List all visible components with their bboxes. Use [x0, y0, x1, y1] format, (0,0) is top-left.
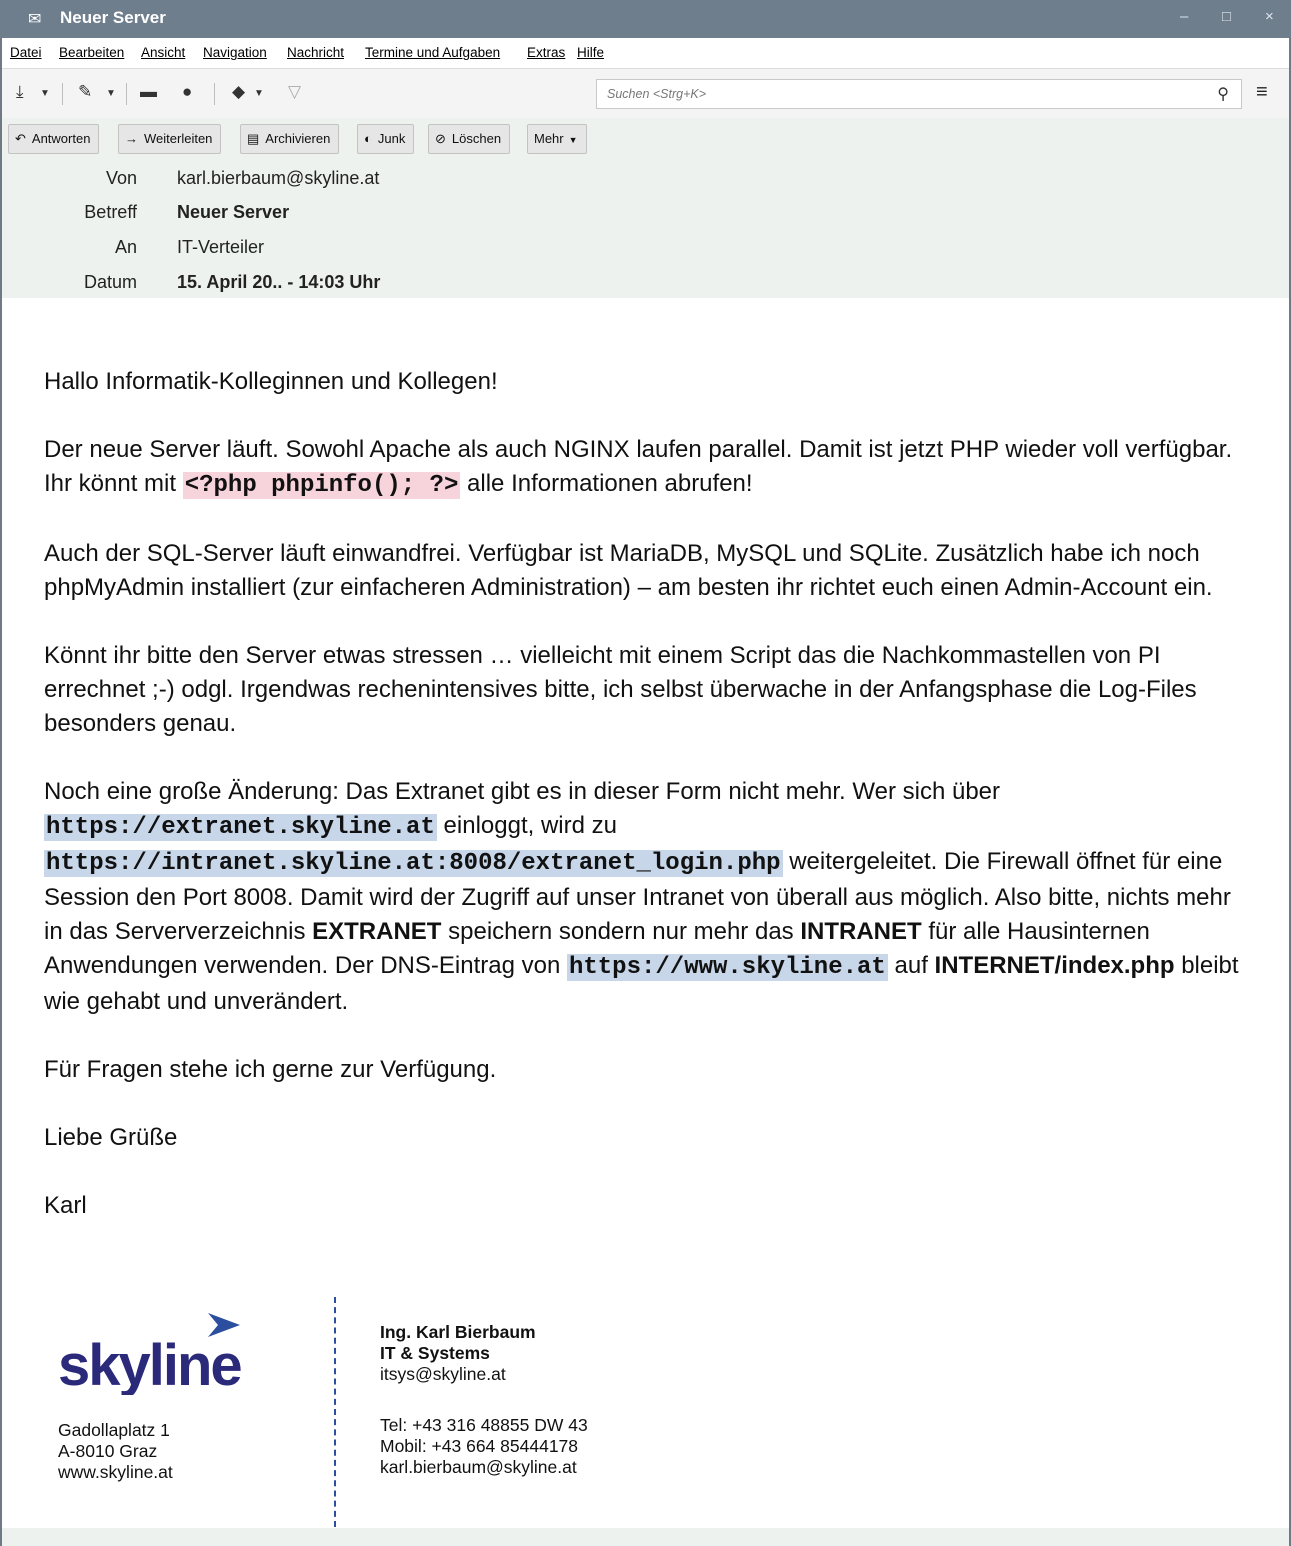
delete-button[interactable]: ⊘ Löschen	[428, 124, 511, 154]
search-input[interactable]: Suchen <Strg+K> ⚲	[596, 79, 1242, 109]
extranet-url[interactable]: https://extranet.skyline.at	[44, 814, 437, 841]
search-icon[interactable]: ⚲	[1217, 84, 1229, 104]
menu-nachricht[interactable]: Nachricht	[287, 45, 344, 60]
paragraph-php: Der neue Server läuft. Sowohl Apache als…	[44, 433, 1249, 503]
signature-department: IT & Systems	[380, 1343, 490, 1363]
text: Noch eine große Änderung: Das Extranet g…	[44, 778, 1001, 805]
greeting: Hallo Informatik-Kolleginnen und Kollege…	[44, 368, 498, 395]
toolbar-separator	[214, 83, 215, 105]
main-toolbar: ⤓ ▼ ✎ ▼ ▬ ● ◆ ▼ ▽ Suchen <Strg+K> ⚲ ≡	[2, 68, 1289, 120]
forward-button[interactable]: → Weiterleiten	[118, 124, 222, 154]
junk-button[interactable]: ◐ Junk	[357, 124, 415, 154]
telephone: Tel: +43 316 48855 DW 43	[380, 1415, 588, 1435]
forward-icon: →	[125, 131, 138, 146]
internet-keyword: INTERNET/index.php	[934, 952, 1175, 979]
menu-termine[interactable]: Termine und Aufgaben	[365, 45, 500, 60]
footer-bar	[2, 1528, 1289, 1546]
menu-hilfe[interactable]: Hilfe	[577, 45, 604, 60]
download-icon[interactable]: ⤓	[16, 82, 24, 102]
signature-name: Ing. Karl Bierbaum	[380, 1322, 536, 1342]
reply-button[interactable]: ↶ Antworten	[8, 124, 100, 154]
closing: Liebe Grüße	[44, 1124, 178, 1151]
write-icon[interactable]: ✎	[78, 82, 92, 102]
menu-ansicht[interactable]: Ansicht	[141, 45, 185, 60]
junk-icon: ◐	[364, 131, 372, 146]
signature-divider	[334, 1297, 336, 1527]
skyline-logo: skyline	[58, 1313, 243, 1395]
more-button[interactable]: Mehr ▼	[527, 124, 587, 154]
website-link[interactable]: www.skyline.at	[58, 1462, 173, 1483]
chevron-down-icon[interactable]: ▼	[254, 88, 264, 99]
junk-label: Junk	[377, 131, 406, 146]
subject-value: Neuer Server	[177, 202, 290, 222]
paragraph-extranet: Noch eine große Änderung: Das Extranet g…	[44, 775, 1249, 1019]
from-label: Von	[105, 168, 137, 188]
paragraph-sql: Auch der SQL-Server läuft einwandfrei. V…	[44, 540, 1213, 601]
tag-icon[interactable]: ◆	[232, 82, 245, 102]
reply-label: Antworten	[31, 131, 91, 146]
text: einloggt, wird zu	[436, 812, 617, 839]
menu-datei[interactable]: Datei	[10, 45, 42, 60]
menu-bar: Datei Bearbeiten Ansicht Navigation Nach…	[2, 38, 1289, 68]
text: speichern sondern nur mehr das	[441, 918, 801, 945]
svg-text:skyline: skyline	[58, 1333, 241, 1395]
forward-label: Weiterleiten	[144, 131, 213, 146]
signature-email[interactable]: karl.bierbaum@skyline.at	[380, 1457, 588, 1478]
more-label: Mehr	[534, 131, 564, 146]
mobile-phone: Mobil: +43 664 85444178	[380, 1436, 579, 1456]
menu-extras[interactable]: Extras	[527, 45, 565, 60]
city: A-8010 Graz	[58, 1441, 158, 1461]
maximize-button[interactable]: □	[1222, 8, 1231, 25]
archive-icon: ▤	[247, 131, 260, 146]
chevron-down-icon[interactable]: ▼	[106, 88, 116, 99]
from-value[interactable]: karl.bierbaum@skyline.at	[177, 168, 379, 189]
menu-bearbeiten[interactable]: Bearbeiten	[59, 45, 124, 60]
www-url[interactable]: https://www.skyline.at	[566, 954, 888, 981]
hamburger-menu-icon[interactable]: ≡	[1256, 81, 1268, 104]
department-email[interactable]: itsys@skyline.at	[380, 1364, 588, 1385]
archive-button[interactable]: ▤ Archivieren	[240, 124, 340, 154]
date-value: 15. April 20.. - 14:03 Uhr	[177, 272, 381, 292]
text: alle Informationen abrufen!	[460, 470, 753, 497]
archive-label: Archivieren	[265, 131, 331, 146]
delete-label: Löschen	[451, 131, 502, 146]
address-book-icon[interactable]: ●	[182, 82, 192, 102]
chat-icon[interactable]: ▬	[140, 82, 157, 102]
search-placeholder: Suchen <Strg+K>	[607, 87, 707, 101]
sender-name: Karl	[44, 1192, 87, 1219]
date-label: Datum	[83, 272, 137, 292]
filter-icon[interactable]: ▽	[288, 82, 301, 102]
thunderbird-icon: ✉	[28, 11, 42, 28]
delete-icon: ⊘	[435, 131, 446, 146]
reply-icon: ↶	[15, 131, 26, 146]
toolbar-separator	[62, 83, 63, 105]
window-title: Neuer Server	[60, 8, 166, 27]
chevron-down-icon[interactable]: ▼	[40, 88, 50, 99]
text: auf	[887, 952, 935, 979]
chevron-down-icon: ▼	[568, 135, 578, 145]
subject-label: Betreff	[84, 202, 137, 222]
company-address: Gadollaplatz 1 A-8010 Graz www.skyline.a…	[58, 1420, 173, 1483]
menu-navigation[interactable]: Navigation	[203, 45, 267, 60]
intranet-url[interactable]: https://intranet.skyline.at:8008/extrane…	[44, 850, 783, 877]
to-label: An	[114, 237, 137, 257]
paragraph-questions: Für Fragen stehe ich gerne zur Verfügung…	[44, 1056, 497, 1083]
minimize-button[interactable]: –	[1180, 8, 1188, 25]
code-snippet: <?php phpinfo(); ?>	[182, 472, 461, 499]
street: Gadollaplatz 1	[58, 1420, 170, 1440]
close-button[interactable]: ×	[1265, 8, 1274, 25]
message-body: Hallo Informatik-Kolleginnen und Kollege…	[44, 365, 1249, 1257]
title-bar: ✉ Neuer Server – □ ×	[0, 0, 1291, 38]
message-header: ↶ Antworten → Weiterleiten ▤ Archivieren ◐ J…	[2, 118, 1289, 298]
extranet-keyword: EXTRANET	[312, 918, 442, 945]
paragraph-stress: Könnt ihr bitte den Server etwas stresse…	[44, 642, 1197, 737]
toolbar-separator	[126, 83, 127, 105]
intranet-keyword: INTRANET	[800, 918, 922, 945]
signature-contact: Ing. Karl Bierbaum IT & Systems itsys@sk…	[380, 1322, 588, 1478]
to-value[interactable]: IT-Verteiler	[177, 237, 264, 258]
